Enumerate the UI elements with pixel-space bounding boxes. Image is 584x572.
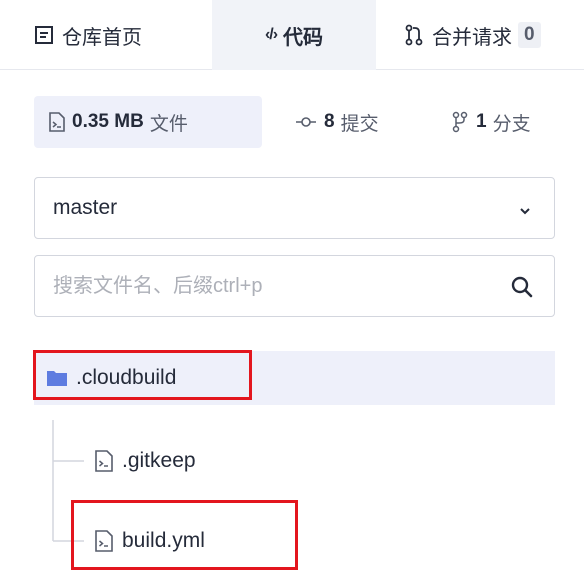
tree-file-name: .gitkeep bbox=[122, 449, 196, 472]
tree-file-row[interactable]: build.yml bbox=[94, 521, 205, 561]
tree-connector-lines bbox=[52, 420, 84, 542]
tree-file-row[interactable]: .gitkeep bbox=[94, 441, 196, 481]
file-icon bbox=[94, 530, 114, 552]
tree-file-name: build.yml bbox=[122, 529, 205, 552]
file-icon bbox=[94, 450, 114, 472]
